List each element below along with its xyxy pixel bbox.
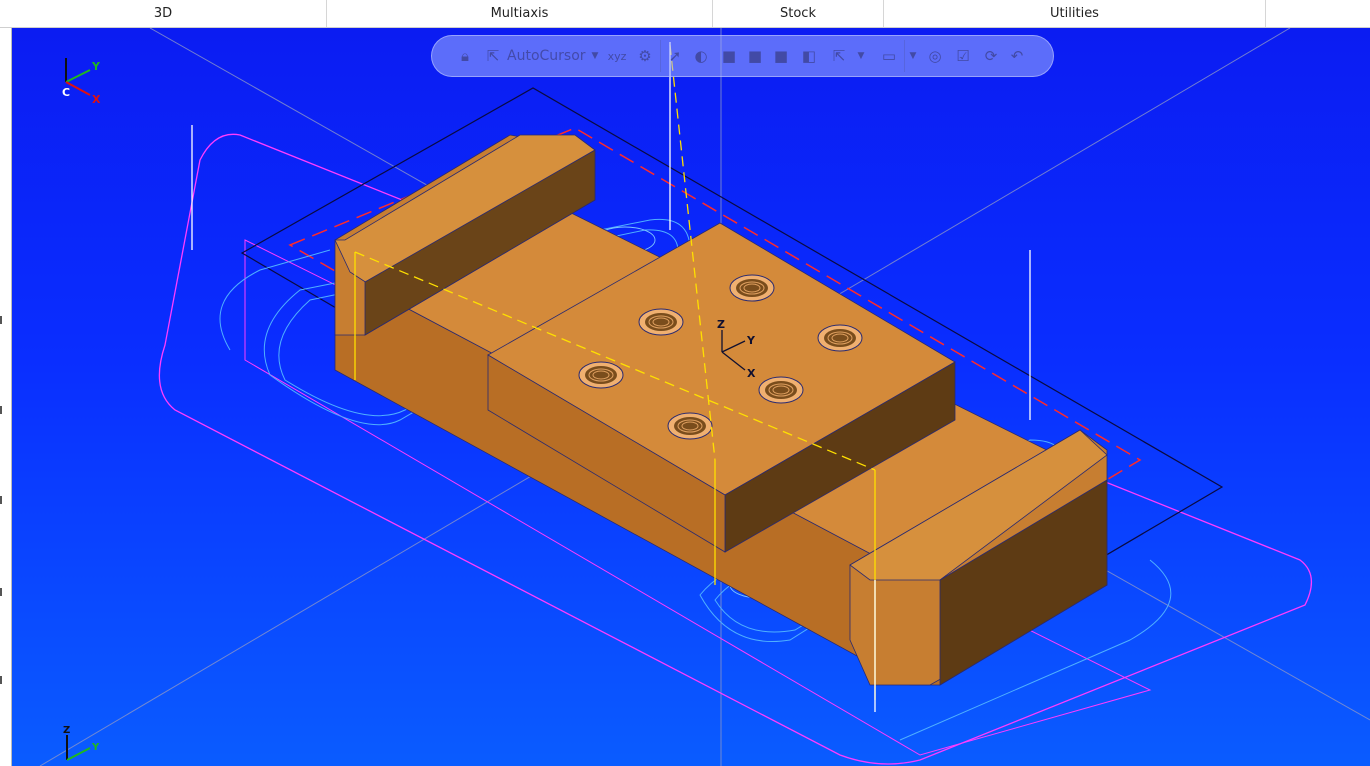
select-arrow-icon[interactable]: ⇱ [828,45,850,67]
selection-toolbar: 🔒︎ ⇱ AutoCursor ▼ xyz ⚙ ➚ ◐ ■ ■ ■ ◧ ⇱ ▼ … [431,35,1054,77]
tab-utilities[interactable]: Utilities [884,0,1266,27]
select-check-icon[interactable]: ☑ [952,45,974,67]
part-axis-z: Z [717,318,725,331]
view-cube-icon[interactable]: ■ [744,45,766,67]
marquee-icon[interactable]: ▭ [878,45,900,67]
toolbar-separator [904,40,905,72]
view-cube-icon[interactable]: ■ [770,45,792,67]
panel-marker [0,496,6,504]
tab-stock[interactable]: Stock [713,0,884,27]
graphics-viewport[interactable]: Z Y X Y X C Z Y 🔒︎ ⇱ AutoCursor ▼ xyz ⚙ … [12,28,1370,766]
dropdown-chevron-icon[interactable]: ▼ [908,45,918,67]
left-panel-edge [0,28,12,766]
part-axis-y: Y [746,334,756,347]
triad-c-label: C [62,86,70,99]
view-cube-icon[interactable]: ◧ [798,45,820,67]
triad-x-label: X [92,93,101,106]
tab-3d[interactable]: 3D [0,0,327,27]
lock-icon[interactable]: 🔒︎ [454,45,476,67]
select-rotate-icon[interactable]: ⟳ [980,45,1002,67]
xyz-icon[interactable]: xyz [606,45,628,67]
panel-marker [0,406,6,414]
dropdown-chevron-icon[interactable]: ▼ [856,45,866,67]
panel-marker [0,588,6,596]
shade-icon[interactable]: ◐ [690,45,712,67]
dropdown-chevron-icon[interactable]: ▼ [590,45,600,67]
cad-scene: Z Y X Y X C Z Y [39,28,1370,766]
part-axis-x: X [747,367,756,380]
world-z-label: Z [63,725,70,736]
undo-select-icon[interactable]: ↶ [1006,45,1028,67]
tab-multiaxis[interactable]: Multiaxis [327,0,713,27]
triad-y-label: Y [91,60,101,73]
panel-marker [0,676,6,684]
highlight-icon[interactable]: ◎ [924,45,946,67]
toolbar-separator [660,40,661,72]
autocursor-dropdown[interactable]: AutoCursor [507,45,586,67]
cursor-arrow-icon[interactable]: ➚ [664,45,686,67]
panel-marker [0,316,6,324]
view-cube-icon[interactable]: ■ [718,45,740,67]
ribbon-tab-bar: 3D Multiaxis Stock Utilities [0,0,1370,28]
point-gear-icon[interactable]: ⚙ [634,45,656,67]
world-y-label: Y [91,742,100,753]
cursor-select-icon[interactable]: ⇱ [482,45,504,67]
